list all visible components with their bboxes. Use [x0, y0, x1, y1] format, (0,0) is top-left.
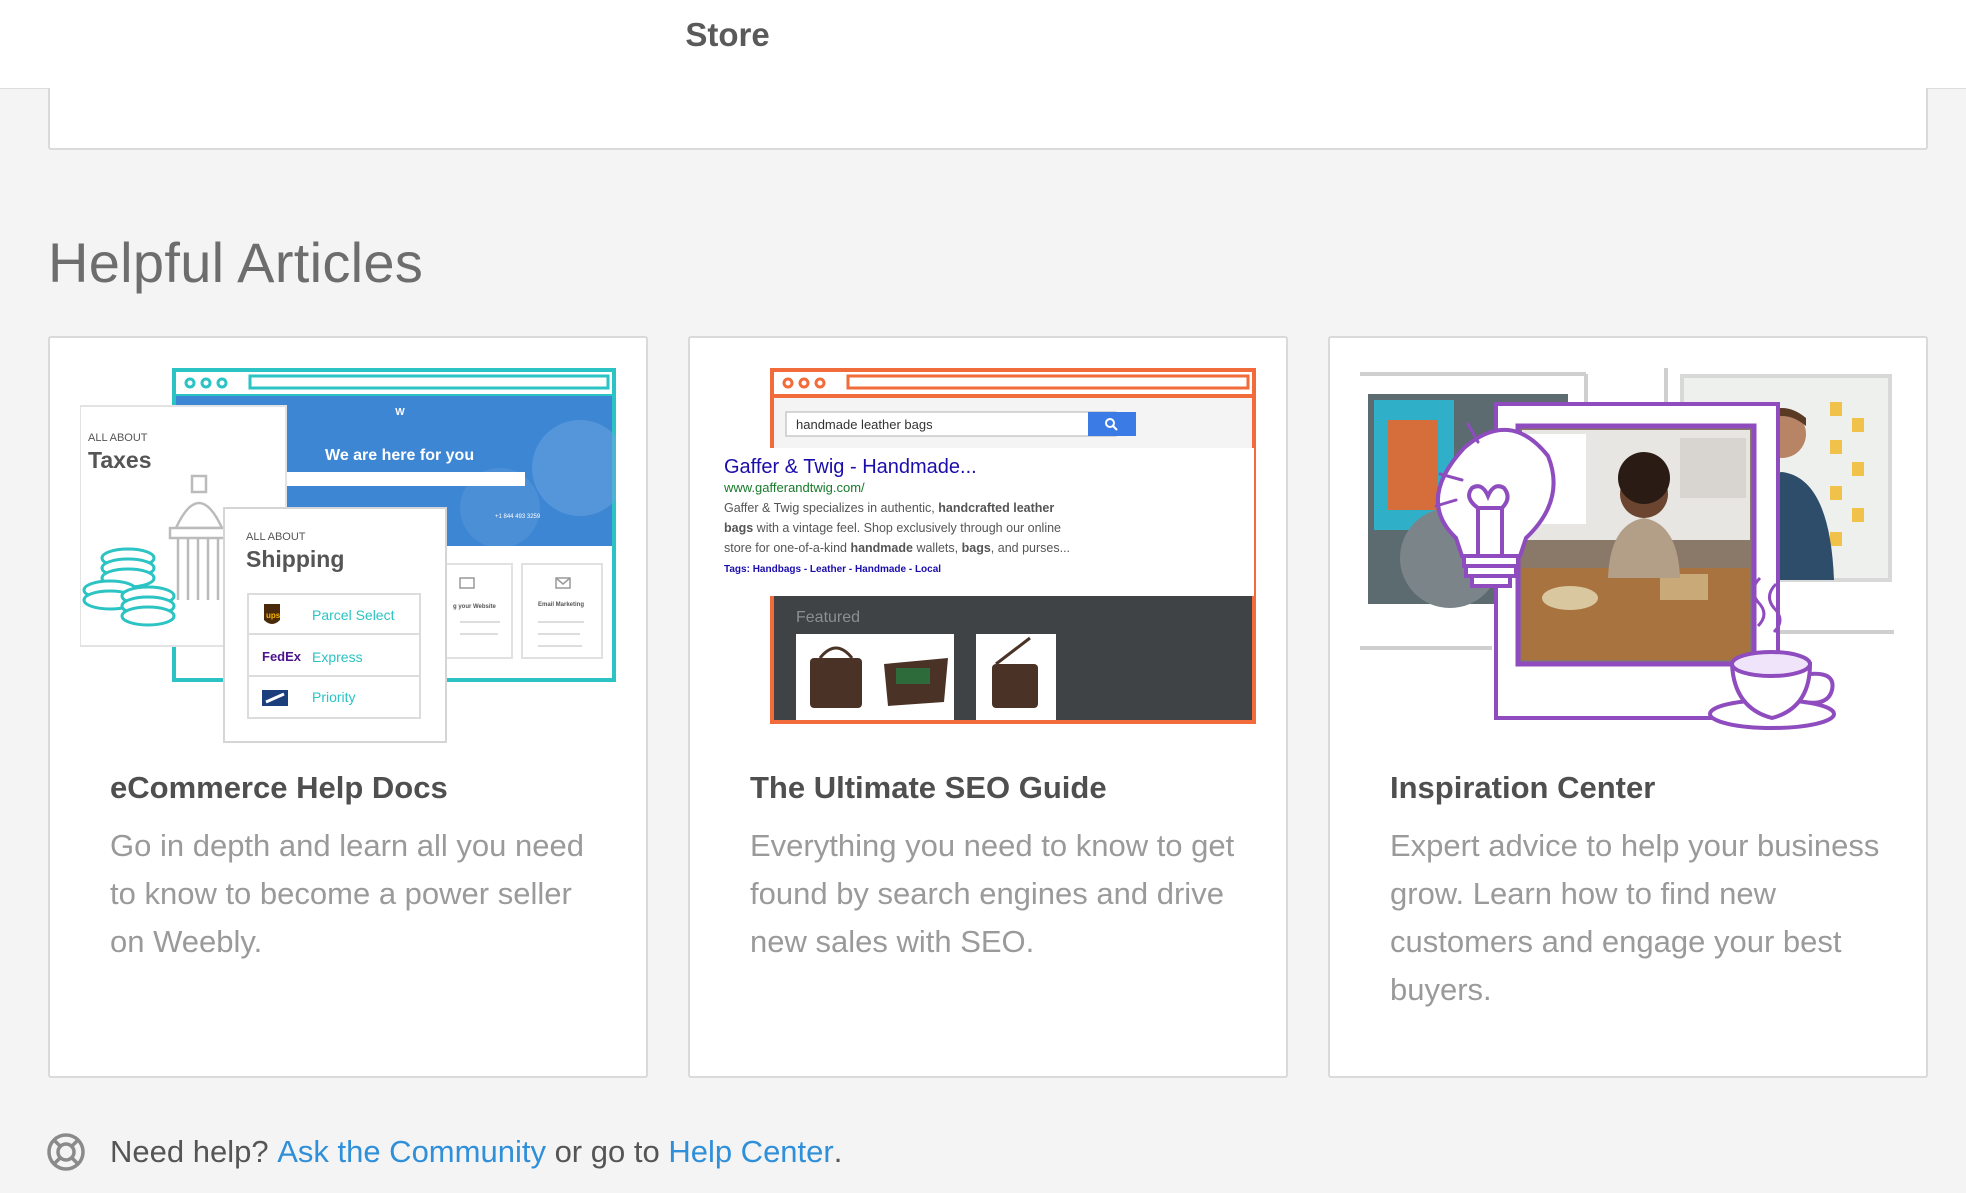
- help-prefix: Need help?: [110, 1134, 278, 1169]
- article-card-ecommerce-help-docs[interactable]: W We are here for you +1 844 493 3259 g …: [48, 336, 648, 1078]
- article-title[interactable]: eCommerce Help Docs: [110, 770, 448, 806]
- svg-text:Email Marketing: Email Marketing: [538, 602, 584, 608]
- svg-text:Gaffer & Twig specializes in a: Gaffer & Twig specializes in authentic, …: [724, 501, 1054, 515]
- svg-text:Parcel Select: Parcel Select: [312, 607, 395, 623]
- previous-section-card: [48, 88, 1928, 150]
- svg-text:ups: ups: [266, 611, 281, 620]
- top-bar: Store: [0, 0, 1966, 89]
- result-url: www.gafferandtwig.com/: [723, 480, 865, 495]
- need-help-row: Need help? Ask the Community or go to He…: [46, 1130, 842, 1174]
- featured-label: Featured: [796, 609, 860, 626]
- page-title: Store: [685, 16, 770, 53]
- seo-guide-illustration: handmade leather bags Gaffer & Twig - Ha…: [720, 368, 1256, 744]
- section-title: Helpful Articles: [48, 231, 424, 294]
- help-middle: or go to: [545, 1134, 669, 1169]
- taxes-title: Taxes: [88, 447, 152, 473]
- svg-text:W: W: [395, 407, 405, 418]
- site-heading: We are here for you: [325, 447, 474, 464]
- result-title: Gaffer & Twig - Handmade...: [724, 456, 977, 478]
- article-description: Expert advice to help your business grow…: [1390, 828, 1880, 1007]
- svg-text:g your Website: g your Website: [453, 604, 497, 610]
- article-card-inspiration-center[interactable]: Inspiration Center Expert advice to help…: [1328, 336, 1928, 1078]
- shipping-title: Shipping: [246, 546, 344, 572]
- article-description: Everything you need to know to get found…: [750, 828, 1235, 959]
- article-title[interactable]: The Ultimate SEO Guide: [750, 770, 1107, 806]
- article-description: Go in depth and learn all you need to kn…: [110, 828, 584, 959]
- inspiration-center-illustration: [1360, 368, 1896, 744]
- svg-text:store for one-of-a-kind handma: store for one-of-a-kind handmade wallets…: [724, 541, 1070, 555]
- ask-community-link[interactable]: Ask the Community: [277, 1134, 546, 1170]
- article-card-seo-guide[interactable]: handmade leather bags Gaffer & Twig - Ha…: [688, 336, 1288, 1078]
- svg-text:Priority: Priority: [312, 689, 356, 705]
- svg-text:FedEx: FedEx: [262, 649, 302, 664]
- article-title[interactable]: Inspiration Center: [1390, 770, 1655, 806]
- svg-text:+1 844 493 3259: +1 844 493 3259: [495, 514, 541, 520]
- search-query: handmade leather bags: [796, 417, 933, 432]
- lifebuoy-icon: [47, 1133, 85, 1171]
- svg-text:Express: Express: [312, 649, 363, 665]
- taxes-kicker: ALL ABOUT: [88, 432, 148, 444]
- help-suffix: .: [833, 1134, 843, 1169]
- help-center-link[interactable]: Help Center: [668, 1134, 833, 1170]
- ecommerce-help-docs-illustration: W We are here for you +1 844 493 3259 g …: [80, 368, 616, 744]
- result-tags: Tags: Handbags - Leather - Handmade - Lo…: [724, 564, 941, 575]
- svg-text:bags with a vintage feel. Shop: bags with a vintage feel. Shop exclusive…: [724, 521, 1061, 535]
- shipping-kicker: ALL ABOUT: [246, 531, 306, 543]
